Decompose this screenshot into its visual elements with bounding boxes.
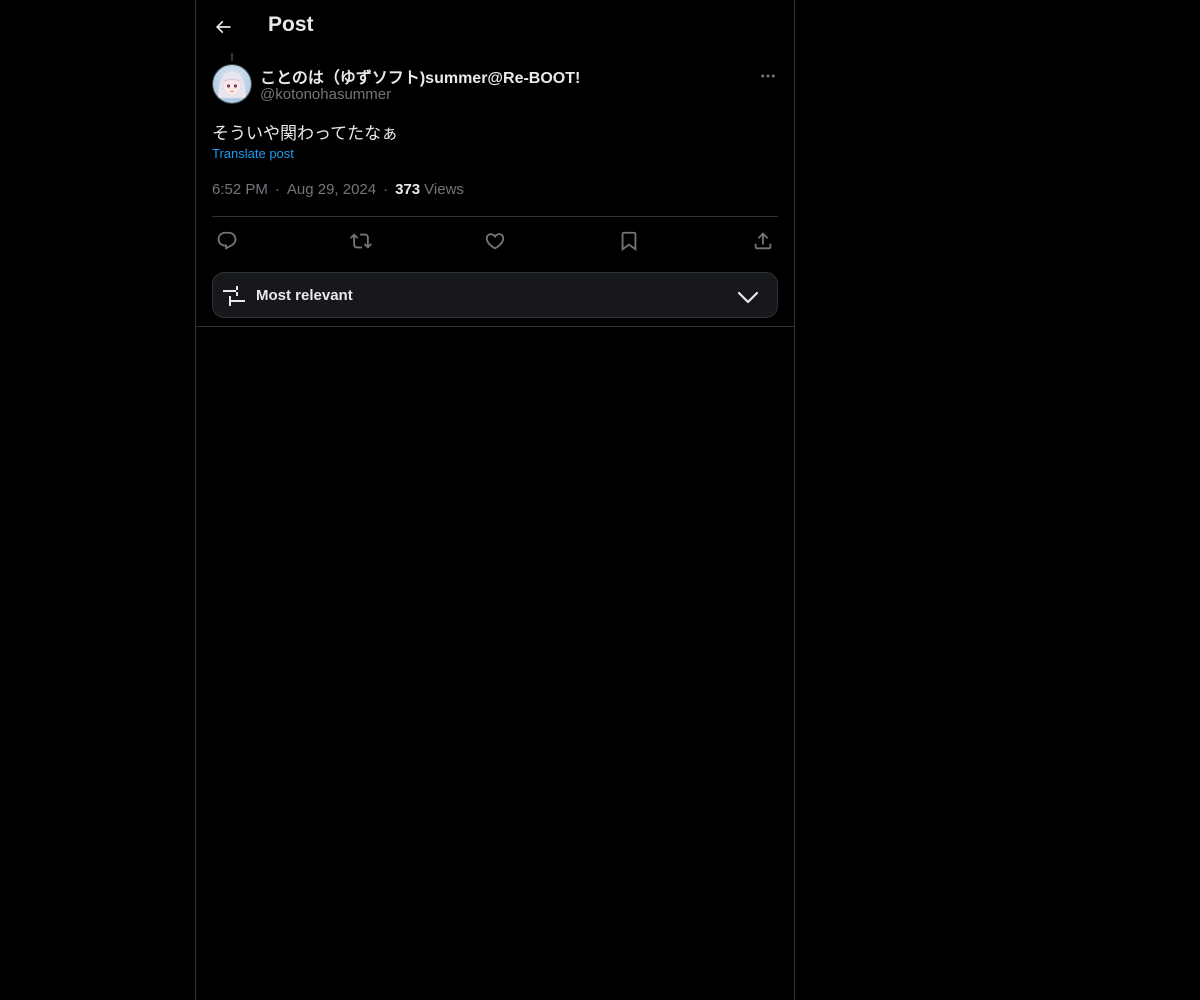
post-text: そういや関わってたなぁ (212, 124, 399, 143)
page-header: Post (196, 0, 794, 53)
post-date[interactable]: Aug 29, 2024 (287, 181, 376, 198)
repost-icon (350, 233, 372, 249)
more-options-button[interactable] (756, 64, 780, 88)
sort-label: Most relevant (256, 287, 353, 304)
bookmark-button[interactable] (614, 226, 644, 256)
back-button[interactable] (206, 10, 240, 44)
reply-icon (217, 231, 237, 250)
bookmark-icon (621, 231, 637, 252)
repost-button[interactable] (346, 226, 376, 256)
share-icon (754, 232, 772, 250)
reply-button[interactable] (212, 226, 242, 256)
author-name[interactable]: ことのは（ゆずソフト)summer@Re-BOOT! (260, 64, 580, 88)
main-column: Post ことのは（ゆずソフト)summer@Re-BOOT! @kotonoh… (195, 0, 795, 1000)
like-button[interactable] (480, 226, 510, 256)
arrow-left-icon (215, 20, 231, 34)
page-title: Post (268, 13, 314, 36)
post-time[interactable]: 6:52 PM (212, 181, 268, 198)
post-metadata: 6:52 PM · Aug 29, 2024 · 373 Views (212, 181, 464, 198)
share-button[interactable] (748, 226, 778, 256)
divider (212, 216, 778, 217)
action-bar (212, 226, 778, 256)
reply-sort-dropdown[interactable]: Most relevant (212, 272, 778, 318)
views-label: Views (424, 181, 464, 198)
translate-post-link[interactable]: Translate post (212, 146, 294, 161)
section-divider (196, 326, 794, 327)
avatar-image (212, 64, 252, 104)
author-handle[interactable]: @kotonohasummer (260, 86, 391, 103)
like-icon (485, 233, 505, 250)
meta-separator: · (383, 181, 389, 198)
views-count[interactable]: 373 (395, 181, 420, 198)
chevron-down-icon (737, 291, 759, 304)
avatar[interactable] (212, 64, 252, 104)
thread-connector-line (231, 53, 233, 61)
more-dots-icon (761, 74, 775, 78)
sliders-icon (223, 286, 245, 306)
meta-separator: · (274, 181, 280, 198)
